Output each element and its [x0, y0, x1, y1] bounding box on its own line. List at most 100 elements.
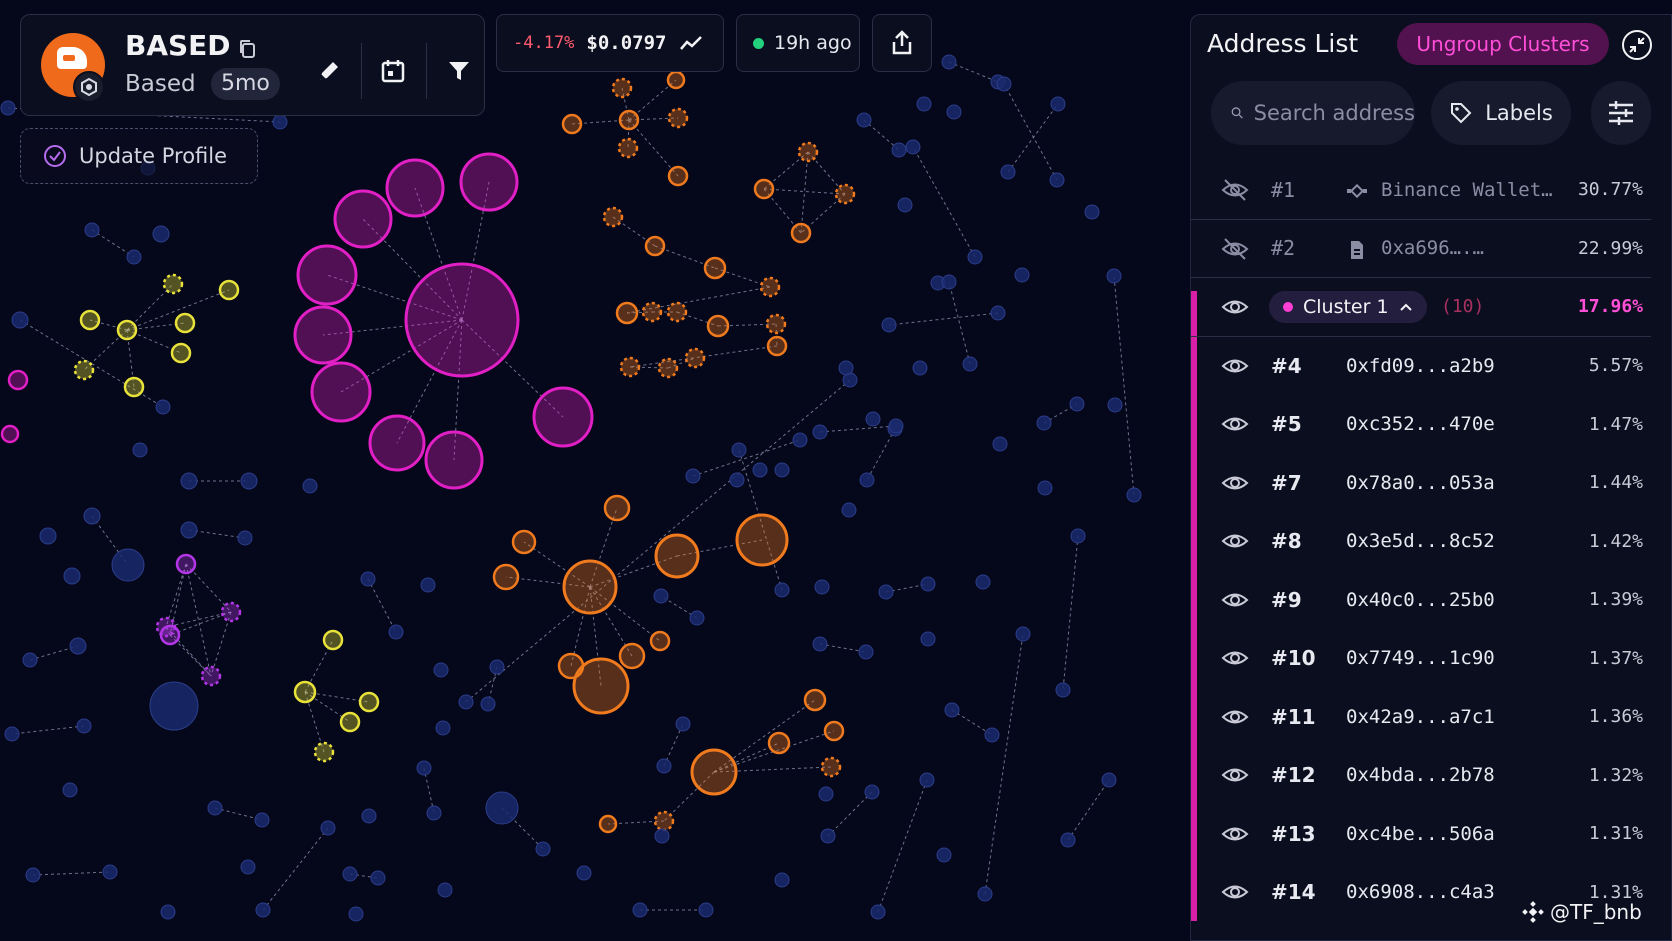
percent-label: 5.57%	[1588, 355, 1643, 377]
graph-node	[237, 530, 253, 546]
list-item[interactable]: #5 0xc352...470e 1.47%	[1191, 395, 1671, 454]
address-list-panel: Address List Ungroup Clusters Search add…	[1190, 14, 1672, 941]
graph-node	[891, 142, 907, 158]
graph-node	[632, 902, 648, 918]
graph-node	[667, 165, 689, 187]
graph-node	[302, 478, 318, 494]
filter-button[interactable]	[433, 45, 485, 97]
graph-node	[834, 183, 856, 205]
last-updated[interactable]: 19h ago	[736, 14, 860, 72]
update-profile-label: Update Profile	[79, 144, 228, 168]
graph-node	[698, 902, 714, 918]
list-item[interactable]: #7 0x78a0...053a 1.44%	[1191, 454, 1671, 513]
graph-node	[820, 828, 836, 844]
graph-node	[666, 70, 686, 90]
eye-icon[interactable]	[1221, 822, 1249, 846]
graph-node	[4, 726, 20, 742]
eye-icon[interactable]	[1221, 412, 1249, 436]
eye-icon[interactable]	[1221, 354, 1249, 378]
percent-label: 1.39%	[1588, 589, 1643, 611]
graph-node	[572, 657, 630, 715]
eye-off-icon[interactable]	[1221, 178, 1249, 202]
graph-node	[1050, 96, 1066, 112]
binance-logo-icon	[1522, 901, 1544, 923]
graph-node	[535, 841, 551, 857]
share-button[interactable]	[872, 14, 932, 72]
graph-node	[255, 902, 271, 918]
eye-icon[interactable]	[1221, 763, 1249, 787]
graph-node	[685, 468, 701, 484]
list-item[interactable]: #1 Binance Wallet… 30.77%	[1191, 161, 1651, 220]
eye-icon[interactable]	[1221, 705, 1249, 729]
list-item[interactable]: #10 0x7749...1c90 1.37%	[1191, 629, 1671, 688]
list-item[interactable]: #4 0xfd09...a2b9 5.57%	[1191, 337, 1671, 396]
verified-badge-icon	[44, 145, 66, 167]
rank-label: #10	[1271, 646, 1316, 671]
settings-button[interactable]	[1591, 81, 1651, 145]
graph-node	[984, 727, 1000, 743]
address-label: 0x3e5d...8c52	[1346, 530, 1495, 553]
copy-icon[interactable]	[238, 39, 256, 59]
address-label: 0x6908...c4a3	[1346, 881, 1495, 904]
list-item[interactable]: #13 0xc4be...506a 1.31%	[1191, 805, 1671, 864]
graph-node	[111, 548, 145, 582]
collapse-panel-icon[interactable]	[1621, 29, 1653, 61]
graph-node	[1126, 487, 1142, 503]
graph-node	[310, 361, 372, 423]
trend-icon	[679, 36, 702, 50]
percent-label: 1.42%	[1588, 530, 1643, 552]
eye-icon[interactable]	[1221, 529, 1249, 553]
graph-node	[1107, 397, 1123, 413]
cluster-label: Cluster 1	[1303, 296, 1389, 318]
eye-icon[interactable]	[1221, 588, 1249, 612]
price-widget[interactable]: -4.17% $0.0797	[496, 14, 724, 72]
graph-node	[990, 305, 1006, 321]
token-subtitle: Based	[125, 71, 196, 97]
eye-icon[interactable]	[1221, 295, 1249, 319]
graph-node	[667, 107, 689, 129]
eye-icon[interactable]	[1221, 880, 1249, 904]
ungroup-clusters-button[interactable]: Ungroup Clusters	[1397, 23, 1609, 65]
graph-node	[766, 335, 788, 357]
edit-button[interactable]	[303, 45, 355, 97]
graph-node	[653, 810, 675, 832]
eye-icon[interactable]	[1221, 646, 1249, 670]
graph-node	[644, 235, 666, 257]
list-item[interactable]: #2 0xa696….… 22.99%	[1191, 220, 1651, 278]
graph-node	[200, 665, 222, 687]
list-item[interactable]: #11 0x42a9...a7c1 1.36%	[1191, 688, 1671, 747]
rank-label: #12	[1271, 763, 1316, 788]
cluster-color-dot	[1283, 302, 1293, 312]
graph-node	[240, 859, 256, 875]
graph-node	[511, 529, 537, 555]
base-chain-icon	[73, 71, 105, 103]
list-item[interactable]: #9 0x40c0...25b0 1.39%	[1191, 571, 1671, 630]
graph-node	[656, 758, 672, 774]
token-card: BASED Based 5mo	[20, 14, 485, 116]
token-age-badge: 5mo	[211, 68, 280, 100]
graph-node	[459, 152, 519, 212]
cluster-toggle[interactable]: Cluster 1	[1269, 291, 1427, 323]
graph-node	[123, 376, 145, 398]
graph-node	[62, 782, 78, 798]
eye-icon[interactable]	[1221, 471, 1249, 495]
cluster-row[interactable]: Cluster 1 (10) 17.96%	[1191, 278, 1651, 337]
search-input[interactable]: Search address	[1211, 81, 1415, 145]
graph-node	[864, 784, 880, 800]
labels-button[interactable]: Labels	[1431, 81, 1571, 145]
percent-label: 30.77%	[1577, 179, 1643, 201]
graph-node	[39, 527, 57, 545]
list-item[interactable]: #8 0x3e5d...8c52 1.42%	[1191, 512, 1671, 571]
list-item[interactable]: #12 0x4bda...2b78 1.32%	[1191, 746, 1671, 805]
graph-node	[433, 662, 449, 678]
graph-node	[576, 865, 592, 881]
graph-node	[11, 311, 29, 329]
eye-off-icon[interactable]	[1221, 237, 1249, 261]
update-profile-button[interactable]: Update Profile	[20, 128, 258, 184]
graph-node	[420, 577, 436, 593]
percent-label: 1.44%	[1588, 472, 1643, 494]
graph-node	[1106, 268, 1122, 284]
labels-button-label: Labels	[1485, 101, 1553, 125]
graph-node	[752, 462, 768, 478]
calendar-button[interactable]	[367, 45, 419, 97]
